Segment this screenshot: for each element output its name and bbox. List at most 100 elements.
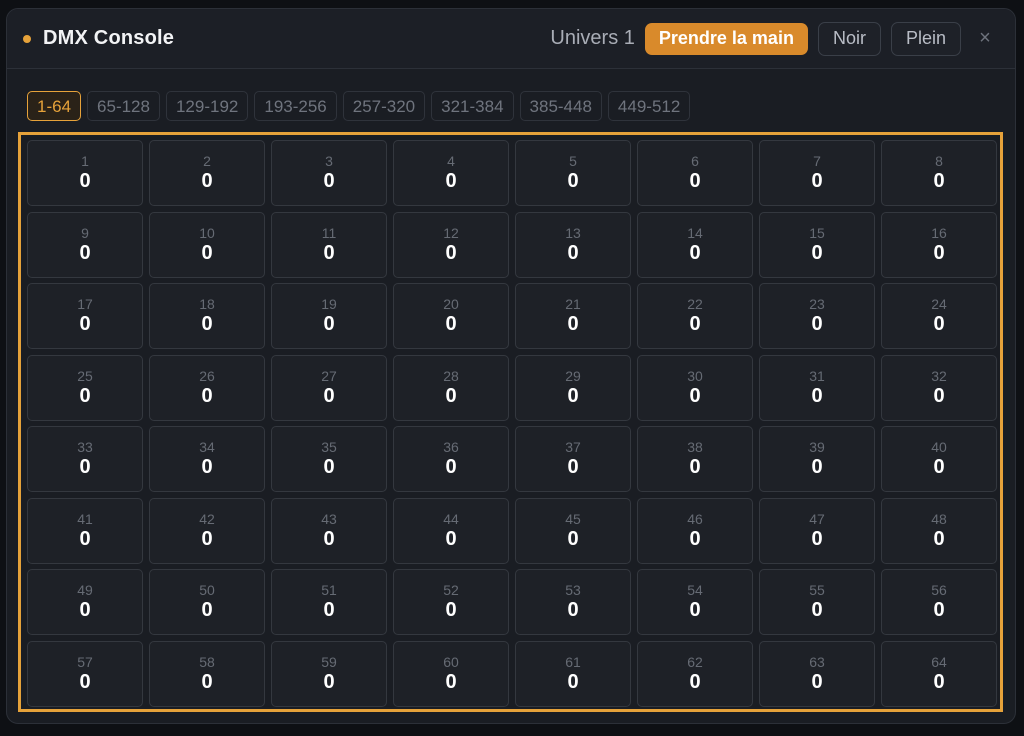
channel-cell[interactable]: 41 0 bbox=[27, 497, 143, 564]
tab-range-8[interactable]: 449-512 bbox=[607, 91, 691, 121]
channel-value: 0 bbox=[811, 384, 823, 407]
channel-value: 0 bbox=[323, 170, 335, 192]
channel-cell[interactable]: 58 0 bbox=[149, 640, 265, 707]
channel-number: 17 bbox=[77, 296, 93, 312]
channel-cell[interactable]: 12 0 bbox=[393, 211, 509, 278]
channel-cell[interactable]: 26 0 bbox=[149, 354, 265, 421]
channel-cell[interactable]: 10 0 bbox=[149, 211, 265, 278]
tab-range-1[interactable]: 1-64 bbox=[27, 91, 82, 121]
channel-cell[interactable]: 24 0 bbox=[881, 283, 997, 349]
channel-cell[interactable]: 21 0 bbox=[515, 283, 631, 349]
channel-cell[interactable]: 28 0 bbox=[393, 354, 509, 421]
channel-cell[interactable]: 14 0 bbox=[637, 211, 753, 278]
channel-cell[interactable]: 33 0 bbox=[27, 426, 143, 492]
channel-number: 22 bbox=[687, 296, 703, 312]
channel-number: 63 bbox=[809, 653, 825, 670]
channel-cell[interactable]: 16 0 bbox=[881, 211, 997, 278]
channel-cell[interactable]: 49 0 bbox=[27, 569, 143, 635]
blackout-button[interactable]: Noir bbox=[817, 21, 881, 56]
channel-cell[interactable]: 48 0 bbox=[881, 497, 997, 564]
channel-cell[interactable]: 40 0 bbox=[881, 426, 997, 492]
tab-range-3[interactable]: 129-192 bbox=[165, 91, 249, 121]
channel-cell[interactable]: 47 0 bbox=[759, 497, 875, 564]
channel-value: 0 bbox=[567, 527, 579, 550]
channel-cell[interactable]: 29 0 bbox=[515, 354, 631, 421]
channel-cell[interactable]: 13 0 bbox=[515, 211, 631, 278]
channel-cell[interactable]: 44 0 bbox=[393, 497, 509, 564]
channel-cell[interactable]: 15 0 bbox=[759, 211, 875, 278]
channel-cell[interactable]: 50 0 bbox=[149, 569, 265, 635]
channel-cell[interactable]: 63 0 bbox=[759, 640, 875, 707]
take-control-button[interactable]: Prendre la main bbox=[644, 22, 808, 55]
channel-cell[interactable]: 35 0 bbox=[271, 426, 387, 492]
channel-range-tabs: 1-64 65-128 129-192 193-256 257-320 321-384 38… bbox=[27, 91, 696, 121]
channel-cell[interactable]: 10 bbox=[27, 140, 143, 206]
tab-range-5[interactable]: 257-320 bbox=[342, 91, 426, 121]
channel-cell[interactable]: 90 bbox=[27, 211, 143, 278]
channel-number: 11 bbox=[321, 224, 337, 241]
full-button[interactable]: Plein bbox=[890, 21, 961, 56]
channel-value: 0 bbox=[567, 456, 579, 478]
tab-range-6[interactable]: 321-384 bbox=[431, 91, 514, 121]
channel-cell[interactable]: 18 0 bbox=[149, 283, 265, 349]
channel-cell[interactable]: 80 bbox=[881, 140, 997, 206]
channel-cell[interactable]: 38 0 bbox=[637, 426, 753, 492]
channel-value: 0 bbox=[567, 313, 579, 335]
tab-range-4[interactable]: 193-256 bbox=[254, 91, 337, 121]
channel-cell[interactable]: 31 0 bbox=[759, 354, 875, 421]
channel-cell[interactable]: 32 0 bbox=[881, 354, 997, 421]
channel-cell[interactable]: 30 0 bbox=[637, 354, 753, 421]
channel-cell[interactable]: 55 0 bbox=[759, 569, 875, 635]
channel-number: 8 bbox=[935, 153, 943, 169]
channel-number: 21 bbox=[565, 296, 581, 312]
channel-cell[interactable]: 59 0 bbox=[271, 640, 387, 707]
channel-cell[interactable]: 50 bbox=[515, 140, 631, 206]
channel-number: 53 bbox=[565, 582, 581, 598]
channel-cell[interactable]: 36 0 bbox=[393, 426, 509, 492]
channel-cell[interactable]: 40 bbox=[393, 140, 509, 206]
channel-value: 0 bbox=[933, 670, 945, 693]
channel-cell[interactable]: 46 0 bbox=[637, 497, 753, 564]
channel-cell[interactable]: 45 0 bbox=[515, 497, 631, 564]
channel-value: 0 bbox=[323, 384, 335, 407]
channel-value: 0 bbox=[323, 241, 335, 264]
channel-cell[interactable]: 34 0 bbox=[149, 426, 265, 492]
channel-cell[interactable]: 43 0 bbox=[271, 497, 387, 564]
channel-cell[interactable]: 60 bbox=[637, 140, 753, 206]
channel-cell[interactable]: 60 0 bbox=[393, 640, 509, 707]
channel-cell[interactable]: 70 bbox=[759, 140, 875, 206]
channel-cell[interactable]: 52 0 bbox=[393, 569, 509, 635]
channel-cell[interactable]: 20 bbox=[149, 140, 265, 206]
channel-number: 56 bbox=[931, 582, 947, 598]
channel-cell[interactable]: 53 0 bbox=[515, 569, 631, 635]
channel-value: 0 bbox=[811, 527, 823, 550]
channel-number: 20 bbox=[443, 296, 459, 312]
channel-number: 29 bbox=[565, 367, 581, 384]
channel-cell[interactable]: 11 0 bbox=[271, 211, 387, 278]
channel-cell[interactable]: 62 0 bbox=[637, 640, 753, 707]
channel-value: 0 bbox=[79, 170, 91, 192]
channel-number: 5 bbox=[569, 153, 577, 169]
channel-cell[interactable]: 30 bbox=[271, 140, 387, 206]
channel-cell[interactable]: 64 0 bbox=[881, 640, 997, 707]
tab-range-2[interactable]: 65-128 bbox=[87, 91, 160, 121]
channel-cell[interactable]: 23 0 bbox=[759, 283, 875, 349]
channel-cell[interactable]: 17 0 bbox=[27, 283, 143, 349]
channel-cell[interactable]: 54 0 bbox=[637, 569, 753, 635]
tab-range-7[interactable]: 385-448 bbox=[519, 91, 602, 121]
channel-cell[interactable]: 56 0 bbox=[881, 569, 997, 635]
channel-cell[interactable]: 19 0 bbox=[271, 283, 387, 349]
channel-cell[interactable]: 25 0 bbox=[27, 354, 143, 421]
channel-cell[interactable]: 42 0 bbox=[149, 497, 265, 564]
close-icon[interactable]: × bbox=[971, 27, 999, 50]
channel-value: 0 bbox=[323, 456, 335, 478]
channel-cell[interactable]: 27 0 bbox=[271, 354, 387, 421]
channel-cell[interactable]: 20 0 bbox=[393, 283, 509, 349]
channel-cell[interactable]: 57 0 bbox=[27, 640, 143, 707]
channel-cell[interactable]: 39 0 bbox=[759, 426, 875, 492]
channel-cell[interactable]: 37 0 bbox=[515, 426, 631, 492]
channel-value: 0 bbox=[445, 170, 457, 192]
channel-cell[interactable]: 22 0 bbox=[637, 283, 753, 349]
channel-cell[interactable]: 51 0 bbox=[271, 569, 387, 635]
channel-cell[interactable]: 61 0 bbox=[515, 640, 631, 707]
